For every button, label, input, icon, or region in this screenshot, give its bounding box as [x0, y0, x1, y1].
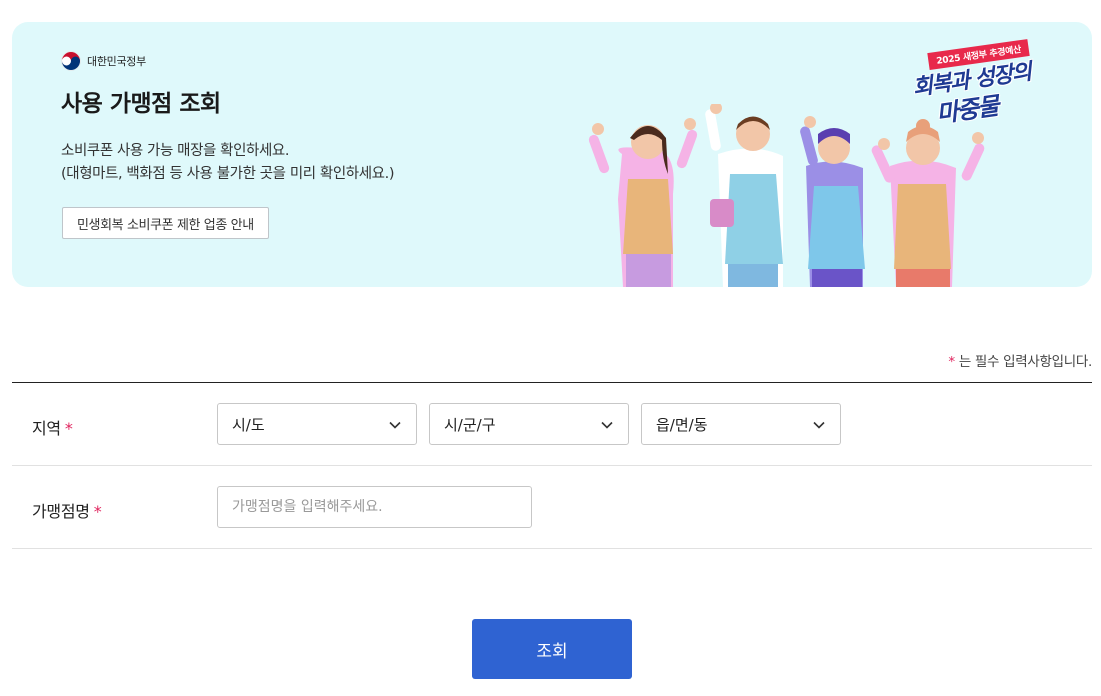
search-submit-button[interactable]: 조회 [472, 619, 632, 679]
person-illustration-4 [871, 119, 985, 287]
required-note-text: 는 필수 입력사항입니다. [958, 354, 1092, 370]
store-name-row: 가맹점명 * [12, 466, 1092, 549]
sido-select-value: 시/도 [232, 415, 265, 434]
restricted-business-guide-button[interactable]: 민생회복 소비쿠폰 제한 업종 안내 [62, 207, 269, 239]
required-note: * 는 필수 입력사항입니다. [948, 350, 1092, 370]
required-star: * [93, 502, 102, 521]
taegeuk-emblem-icon [61, 51, 81, 71]
store-name-label-text: 가맹점명 [32, 502, 90, 521]
banner-desc-line2: (대형마트, 백화점 등 사용 불가한 곳을 미리 확인하세요.) [61, 166, 395, 182]
chevron-down-icon [389, 421, 401, 429]
store-name-input[interactable] [217, 486, 532, 528]
person-illustration-2 [705, 104, 783, 287]
sigungu-select-value: 시/군/구 [444, 415, 496, 434]
banner-description: 소비쿠폰 사용 가능 매장을 확인하세요. (대형마트, 백화점 등 사용 불가… [61, 140, 394, 186]
sigungu-select[interactable]: 시/군/구 [429, 403, 629, 445]
eupmyeondong-select-value: 읍/면/동 [656, 415, 708, 434]
cheering-people-illustration [588, 104, 985, 287]
eupmyeondong-select[interactable]: 읍/면/동 [641, 403, 841, 445]
banner: 대한민국정부 사용 가맹점 조회 소비쿠폰 사용 가능 매장을 확인하세요. (… [12, 22, 1092, 287]
person-illustration-3 [800, 116, 865, 287]
required-star: * [64, 419, 73, 438]
region-label: 지역 * [32, 415, 73, 439]
gov-logo: 대한민국정부 [61, 51, 146, 71]
chevron-down-icon [813, 421, 825, 429]
page-title: 사용 가맹점 조회 [61, 91, 221, 117]
store-name-label: 가맹점명 * [32, 498, 102, 522]
region-row: 지역 * 시/도 시/군/구 읍/면/동 [12, 383, 1092, 466]
required-star: * [948, 354, 955, 370]
banner-desc-line1: 소비쿠폰 사용 가능 매장을 확인하세요. [61, 143, 290, 159]
region-label-text: 지역 [32, 419, 61, 438]
sido-select[interactable]: 시/도 [217, 403, 417, 445]
person-illustration-1 [588, 118, 698, 287]
gov-name: 대한민국정부 [87, 55, 146, 68]
chevron-down-icon [601, 421, 613, 429]
